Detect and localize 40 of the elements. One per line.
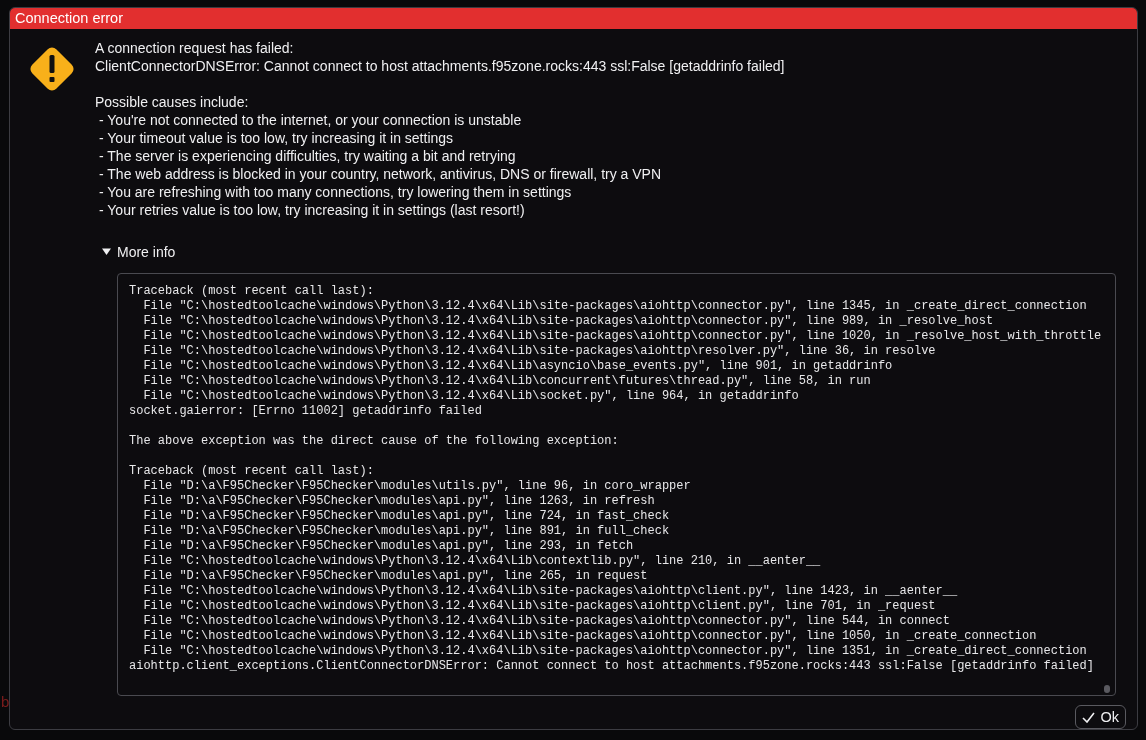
scrollbar-thumb[interactable] [1104,685,1110,693]
traceback-line: socket.gaierror: [Errno 11002] getaddrinfo failed [129,403,482,419]
traceback-line: File "C:\hostedtoolcache\windows\Python\3.12.4\x64\Lib\site-packages\aiohttp\client.py", line 701, in _request [142,598,936,614]
traceback-line: File "D:\a\F95Checker\F95Checker\modules\api.py", line 1263, in refresh [142,493,655,509]
triangle-down-icon [102,247,111,257]
message-text: A connection request has failed: [95,39,295,57]
traceback-line: File "D:\a\F95Checker\F95Checker\modules\api.py", line 265, in request [142,568,648,584]
traceback-line: File "C:\hostedtoolcache\windows\Python\3.12.4\x64\Lib\site-packages\aiohttp\connector.py", line 1345, in _create_direct_connection [142,298,1087,314]
more-info-toggle[interactable]: More info [102,242,176,261]
check-icon [1082,711,1096,723]
cause-item: - The server is experiencing difficulties, try waiting a bit and retrying [98,146,517,165]
traceback-line: Traceback (most recent call last): [129,463,374,479]
traceback-line: File "C:\hostedtoolcache\windows\Python\3.12.4\x64\Lib\asyncio\base_events.py", line 901, in getaddrinfo [142,358,893,374]
traceback-line: File "C:\hostedtoolcache\windows\Python\3.12.4\x64\Lib\site-packages\aiohttp\connector.py", line 1020, in _resolve_host_with_throttle [142,328,1102,344]
traceback-line: File "C:\hostedtoolcache\windows\Python\3.12.4\x64\Lib\contextlib.py", line 210, in __aenter__ [142,553,821,569]
traceback-line: File "C:\hostedtoolcache\windows\Python\3.12.4\x64\Lib\site-packages\aiohttp\connector.py", line 989, in _resolve_host [142,313,994,329]
traceback-line: File "C:\hostedtoolcache\windows\Python\3.12.4\x64\Lib\site-packages\aiohttp\resolver.py", line 36, in resolve [142,343,936,359]
cause-item: - Your retries value is too low, try increasing it in settings (last resort!) [98,200,526,219]
traceback-line: File "D:\a\F95Checker\F95Checker\modules\api.py", line 891, in full_check [142,523,670,539]
traceback-line: File "C:\hostedtoolcache\windows\Python\3.12.4\x64\Lib\site-packages\aiohttp\connector.py", line 544, in connect [142,613,950,629]
traceback-line: File "C:\hostedtoolcache\windows\Python\3.12.4\x64\Lib\site-packages\aiohttp\connector.py", line 1351, in _create_direct_connection [142,643,1087,659]
message-text: ClientConnectorDNSError: Cannot connect to host attachments.f95zone.rocks:443 ssl:False [getaddrinfo failed] [95,57,786,75]
traceback-line: File "D:\a\F95Checker\F95Checker\modules\api.py", line 724, in fast_check [142,508,670,524]
cause-item: - The web address is blocked in your country, network, antivirus, DNS or firewall, try a VPN [98,164,663,183]
traceback-line: File "C:\hostedtoolcache\windows\Python\3.12.4\x64\Lib\site-packages\aiohttp\connector.py", line 1050, in _create_connection [142,628,1037,644]
causes-heading: Possible causes include: [95,92,250,111]
traceback-line: Traceback (most recent call last): [129,283,374,299]
traceback-line: File "C:\hostedtoolcache\windows\Python\3.12.4\x64\Lib\socket.py", line 964, in getaddrinfo [142,388,799,404]
traceback-line: File "C:\hostedtoolcache\windows\Python\3.12.4\x64\Lib\site-packages\aiohttp\client.py", line 1423, in __aenter__ [142,583,958,599]
cause-item: - Your timeout value is too low, try increasing it in settings [98,128,455,147]
cause-item: - You're not connected to the internet, or your connection is unstable [98,110,523,129]
background-text: b [1,693,10,710]
traceback-line: The above exception was the direct cause of the following exception: [129,433,619,449]
dialog-title: Connection error [10,8,1137,29]
ok-button[interactable]: Ok [1075,705,1126,729]
traceback-line: aiohttp.client_exceptions.ClientConnectorDNSError: Cannot connect to host attachments.f95zone.rocks:443 ssl:False [getaddrinfo failed] [129,658,1094,674]
cause-item: - You are refreshing with too many connections, try lowering them in settings [98,182,573,201]
traceback-line: File "D:\a\F95Checker\F95Checker\modules\utils.py", line 96, in coro_wrapper [142,478,691,494]
traceback-line: File "D:\a\F95Checker\F95Checker\modules\api.py", line 293, in fetch [142,538,634,554]
traceback-line: File "C:\hostedtoolcache\windows\Python\3.12.4\x64\Lib\concurrent\futures\thread.py", line 58, in run [142,373,871,389]
